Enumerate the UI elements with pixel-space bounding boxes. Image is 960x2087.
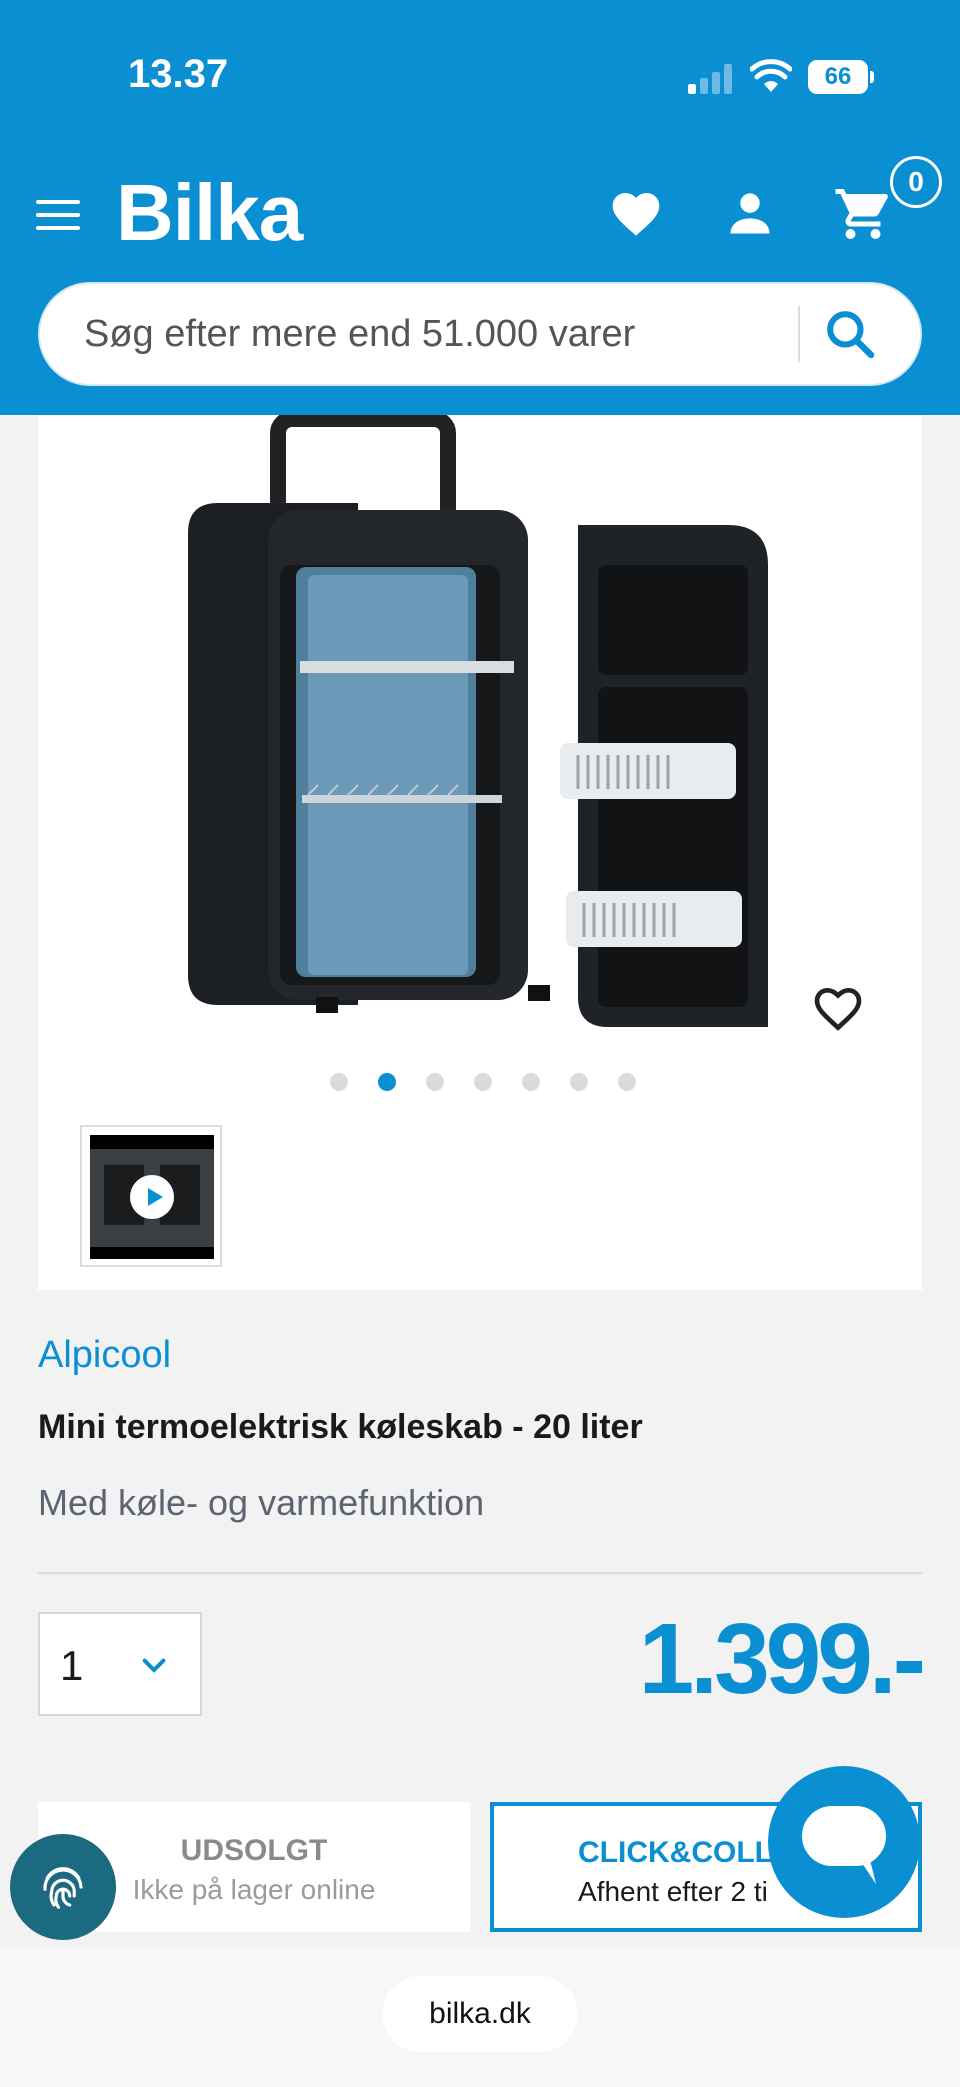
play-icon	[130, 1175, 174, 1219]
product-gallery	[38, 415, 922, 1290]
cart-icon[interactable]	[832, 184, 894, 244]
search-bar	[38, 282, 922, 386]
add-to-wishlist-button[interactable]	[792, 963, 884, 1055]
chevron-down-icon	[142, 1658, 166, 1673]
search-icon[interactable]	[822, 306, 878, 362]
fingerprint-icon	[43, 1867, 83, 1909]
browser-bottom-bar: bilka.dk	[0, 1948, 960, 2087]
user-icon[interactable]	[724, 188, 776, 240]
chat-button[interactable]	[768, 1766, 920, 1918]
chat-icon	[802, 1806, 886, 1884]
browser-url[interactable]: bilka.dk	[382, 1976, 578, 2052]
search-input[interactable]	[84, 284, 824, 384]
fingerprint-button[interactable]	[10, 1834, 116, 1940]
click-and-collect-title: CLICK&COLL	[578, 1836, 773, 1869]
product-brand-link[interactable]: Alpicool	[38, 1334, 171, 1377]
menu-icon[interactable]	[36, 200, 80, 230]
video-thumbnail[interactable]	[80, 1125, 222, 1267]
battery-icon: 66	[808, 60, 874, 96]
quantity-select[interactable]: 1	[38, 1612, 202, 1716]
heart-icon[interactable]	[608, 186, 664, 242]
divider	[38, 1572, 922, 1574]
battery-level: 66	[808, 60, 868, 94]
status-time: 13.37	[128, 52, 229, 96]
gallery-dot[interactable]	[618, 1073, 636, 1091]
gallery-dot[interactable]	[522, 1073, 540, 1091]
product-price: 1.399.-	[638, 1603, 926, 1715]
gallery-dot[interactable]	[570, 1073, 588, 1091]
click-and-collect-subtext: Afhent efter 2 ti	[578, 1876, 768, 1907]
gallery-dot-active[interactable]	[378, 1073, 396, 1091]
gallery-dot[interactable]	[330, 1073, 348, 1091]
product-subtitle: Med køle- og varmefunktion	[38, 1482, 485, 1523]
bilka-logo[interactable]: Bilka	[116, 168, 303, 258]
cart-count-badge: 0	[890, 156, 942, 208]
heart-outline-icon	[814, 987, 862, 1031]
gallery-dot[interactable]	[426, 1073, 444, 1091]
product-image[interactable]	[168, 415, 828, 1035]
search-divider	[798, 306, 800, 362]
product-title: Mini termoelektrisk køleskab - 20 liter	[38, 1408, 643, 1446]
quantity-value: 1	[60, 1642, 84, 1689]
header: 13.37 66 Bilka 0	[0, 0, 960, 415]
gallery-dot[interactable]	[474, 1073, 492, 1091]
wifi-icon	[750, 59, 792, 92]
signal-icon	[688, 64, 734, 94]
